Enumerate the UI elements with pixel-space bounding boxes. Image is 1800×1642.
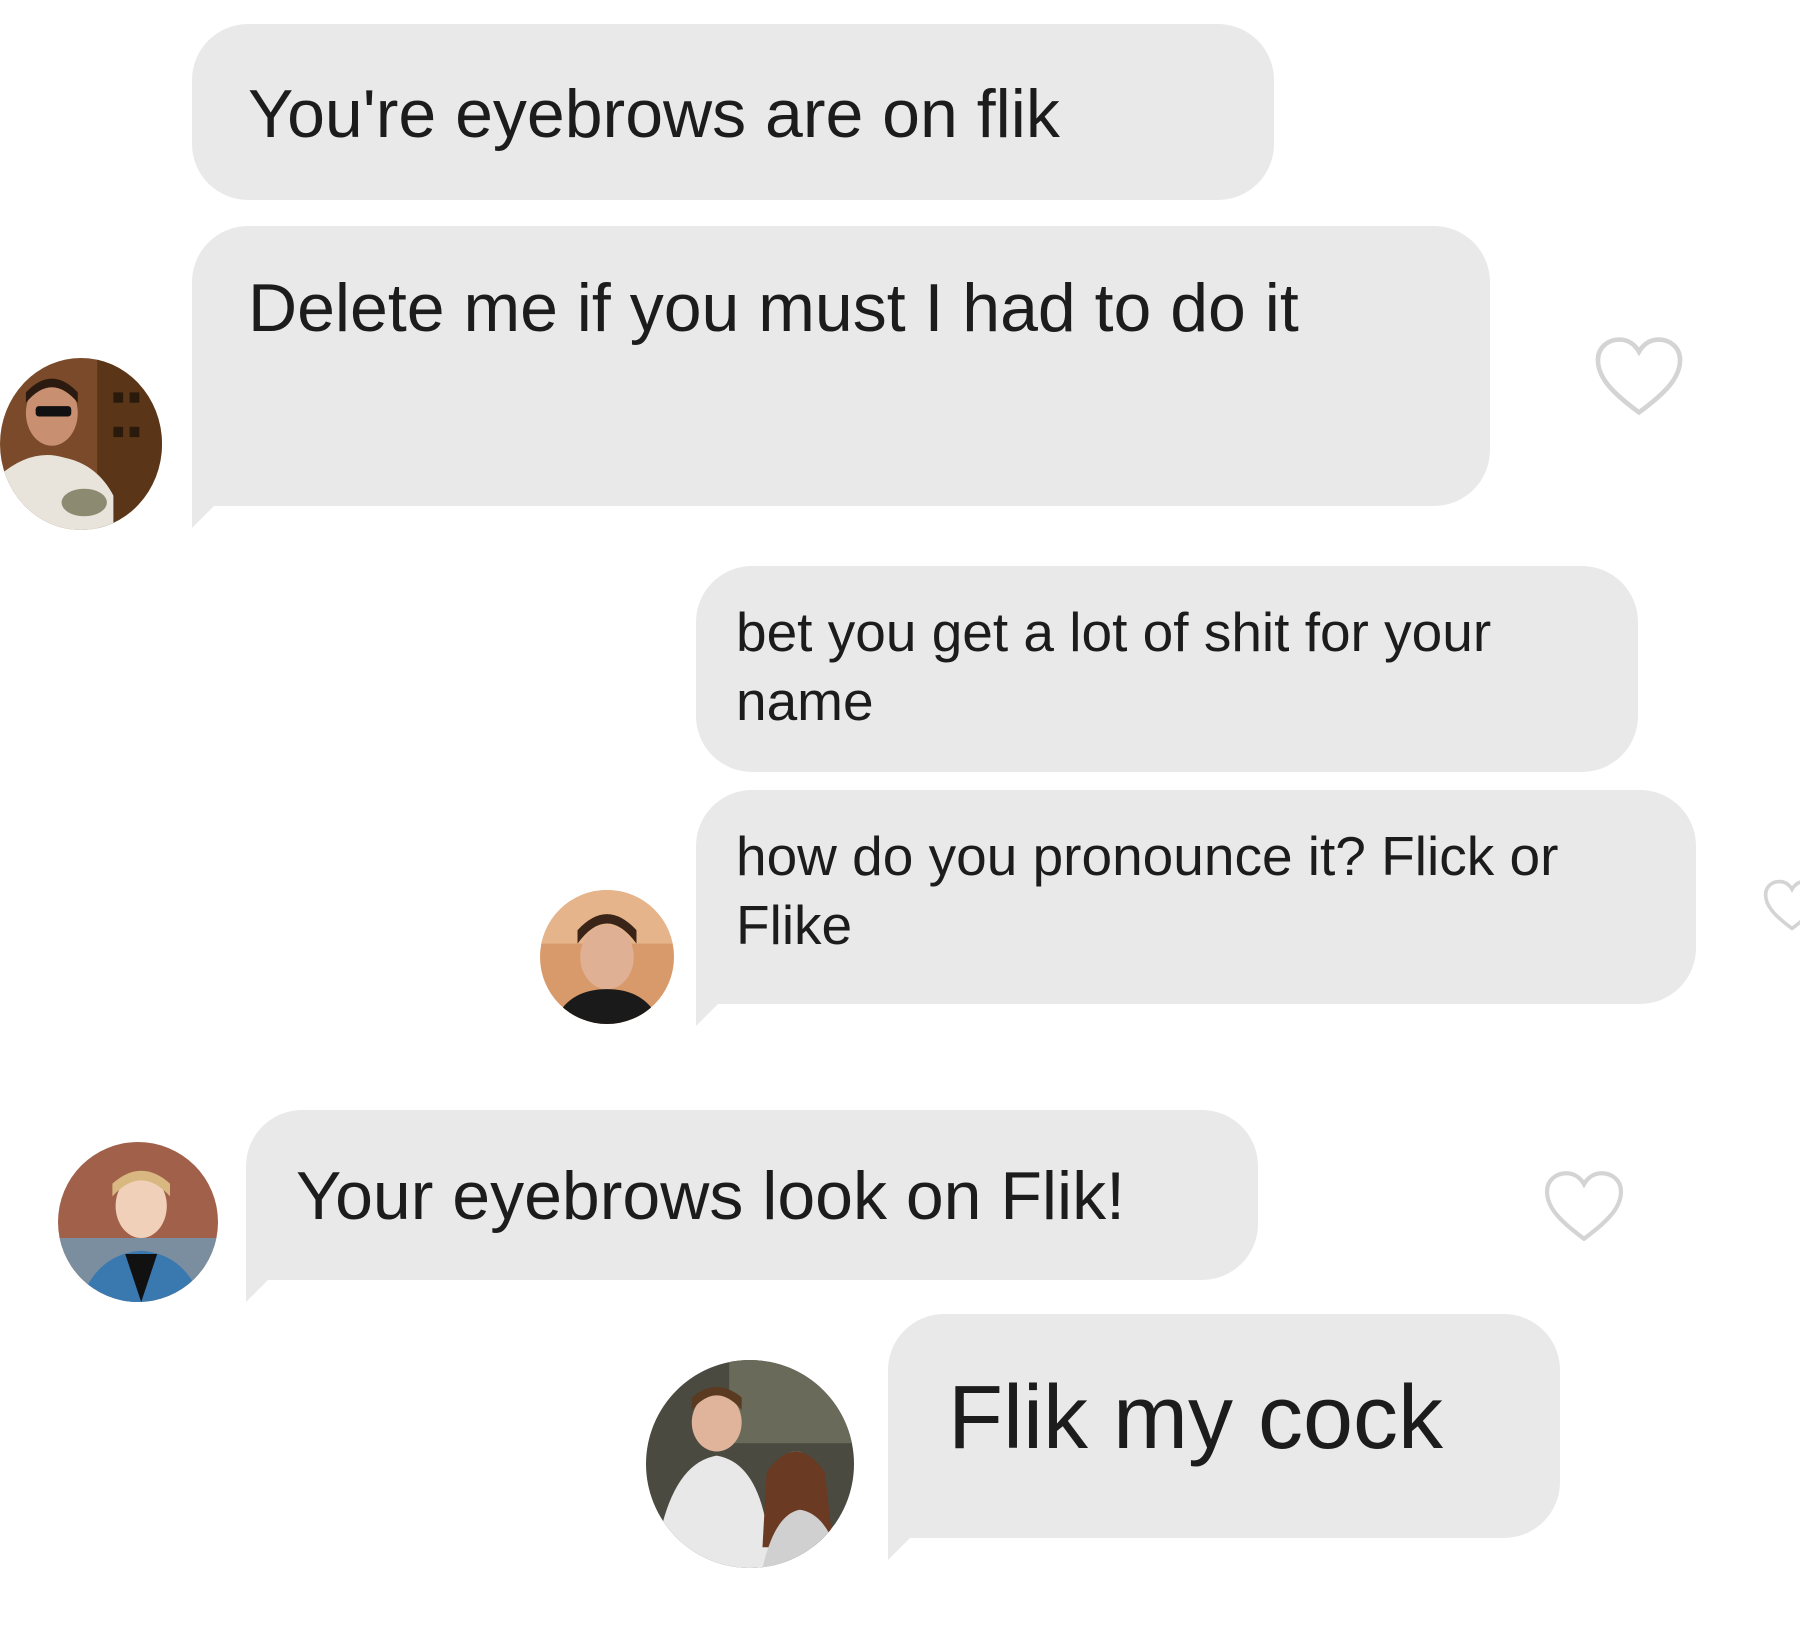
message-text-4: how do you pronounce it? Flick or Flike — [736, 825, 1559, 956]
message-bubble-4[interactable]: how do you pronounce it? Flick or Flike — [696, 790, 1696, 1026]
heart-outline-icon — [1544, 1171, 1624, 1242]
avatar-sender-3[interactable] — [58, 1142, 218, 1302]
message-text-2: Delete me if you must I had to do it — [248, 270, 1299, 346]
avatar-photo-1 — [0, 358, 162, 530]
heart-outline-icon — [1763, 879, 1800, 931]
message-text-1: You're eyebrows are on flik — [248, 76, 1060, 152]
message-bubble-2[interactable]: Delete me if you must I had to do it — [192, 226, 1490, 528]
message-bubble-3[interactable]: bet you get a lot of shit for your name — [696, 566, 1638, 772]
message-bubble-1[interactable]: You're eyebrows are on flik — [192, 24, 1274, 200]
message-text-5: Your eyebrows look on Flik! — [296, 1158, 1126, 1234]
message-bubble-5[interactable]: Your eyebrows look on Flik! — [246, 1110, 1258, 1302]
like-heart-icon-2[interactable] — [1592, 334, 1686, 418]
message-text-6: Flik my cock — [948, 1368, 1443, 1468]
avatar-photo-2 — [540, 890, 674, 1024]
avatar-sender-2[interactable] — [540, 890, 674, 1024]
heart-outline-icon — [1595, 337, 1683, 416]
avatar-sender-1[interactable] — [0, 358, 162, 530]
avatar-photo-3 — [58, 1142, 218, 1302]
message-bubble-6[interactable]: Flik my cock — [888, 1314, 1560, 1560]
avatar-sender-4[interactable] — [646, 1360, 854, 1568]
like-heart-icon-5[interactable] — [1542, 1168, 1626, 1244]
like-heart-icon-4[interactable] — [1762, 870, 1800, 940]
message-text-3: bet you get a lot of shit for your name — [736, 601, 1492, 732]
avatar-photo-4 — [646, 1360, 854, 1568]
